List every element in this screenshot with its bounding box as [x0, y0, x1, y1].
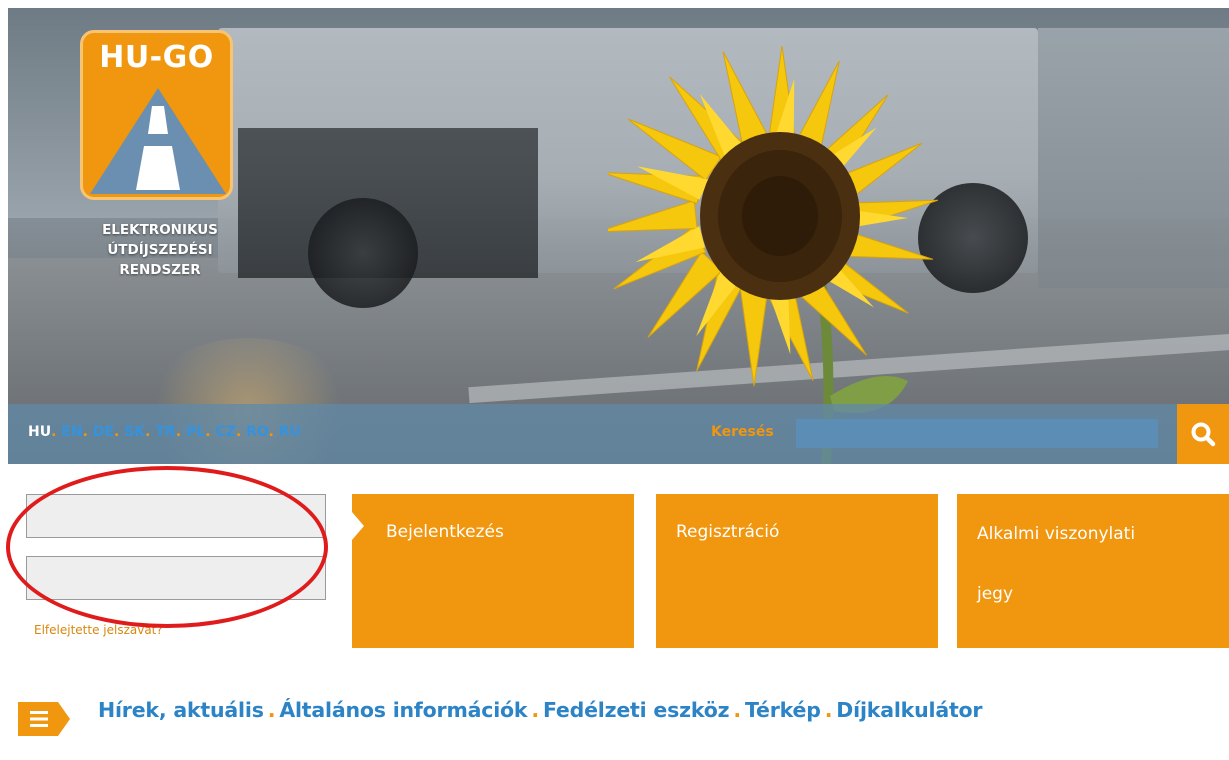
route-ticket-label-line1: Alkalmi viszonylati — [977, 524, 1136, 544]
language-selector: HU. EN. DE. SK. TR. PL. CZ. RO. RU — [28, 424, 301, 440]
password-input[interactable] — [27, 557, 325, 599]
nav-item-general-info[interactable]: Általános információk — [279, 698, 527, 722]
lang-ru[interactable]: RU — [279, 424, 301, 440]
login-tile-button[interactable]: Bejelentkezés — [352, 494, 634, 648]
lang-separator: . — [145, 424, 151, 440]
nav-separator: . — [824, 698, 833, 722]
lang-separator: . — [205, 424, 211, 440]
logo-subtitle-line: RENDSZER — [119, 262, 201, 278]
lang-separator: . — [113, 424, 120, 440]
main-navigation: Hírek, aktuális. Általános információk. Fe… — [98, 698, 983, 722]
highlight-annotation — [6, 466, 328, 628]
tile-arrow-notch — [352, 512, 364, 540]
search-icon — [1191, 422, 1216, 447]
registration-tile-label: Regisztráció — [676, 522, 780, 542]
lang-separator: . — [235, 424, 242, 440]
lang-en[interactable]: EN — [61, 424, 82, 440]
registration-tile-button[interactable]: Regisztráció — [656, 494, 938, 648]
route-ticket-tile-button[interactable]: Alkalmi viszonylati jegy — [957, 494, 1229, 648]
logo-subtitle-line: ÚTDÍJSZEDÉSI — [107, 242, 213, 258]
username-field[interactable] — [26, 494, 326, 538]
nav-item-map[interactable]: Térkép — [745, 698, 821, 722]
logo-subtitle-line: ELEKTRONIKUS — [102, 222, 218, 238]
nav-separator: . — [531, 698, 539, 722]
nav-item-news[interactable]: Hírek, aktuális — [98, 698, 264, 722]
lang-separator: . — [51, 424, 57, 440]
search-button[interactable] — [1177, 404, 1229, 464]
logo-subtitle: ELEKTRONIKUS ÚTDÍJSZEDÉSI RENDSZER — [80, 220, 240, 280]
search-label: Keresés — [711, 424, 774, 440]
forgot-password-link[interactable]: Elfelejtette jelszavát? — [34, 623, 163, 637]
nav-item-onboard-unit[interactable]: Fedélzeti eszköz — [543, 698, 730, 722]
lang-separator: . — [268, 424, 274, 440]
login-tile-label: Bejelentkezés — [386, 522, 504, 542]
lang-ro[interactable]: RO — [246, 424, 268, 440]
logo-title: HU-GO — [99, 40, 214, 75]
road-icon — [90, 88, 226, 194]
sunflower-image — [608, 45, 938, 464]
lang-hu[interactable]: HU — [28, 424, 51, 440]
hugo-logo[interactable]: HU-GO ELEKTRONIKUS ÚTDÍJSZEDÉSI RENDSZER — [80, 30, 240, 300]
password-field[interactable] — [26, 556, 326, 600]
hero-truck-cab — [1038, 28, 1229, 288]
hamburger-icon[interactable] — [18, 702, 70, 736]
lang-separator: . — [82, 424, 88, 440]
lang-tr[interactable]: TR — [155, 424, 176, 440]
page: HU-GO ELEKTRONIKUS ÚTDÍJSZEDÉSI RENDSZER… — [0, 0, 1229, 760]
search-input[interactable] — [796, 419, 1158, 448]
lang-sk[interactable]: SK — [124, 424, 145, 440]
hero-banner: HU-GO ELEKTRONIKUS ÚTDÍJSZEDÉSI RENDSZER — [8, 8, 1229, 464]
lang-pl[interactable]: PL — [186, 424, 205, 440]
nav-item-toll-calculator[interactable]: Díjkalkulátor — [836, 698, 982, 722]
hero-truck-wheel — [308, 198, 418, 308]
username-input[interactable] — [27, 495, 325, 537]
nav-separator: . — [733, 698, 741, 722]
lang-de[interactable]: DE — [93, 424, 114, 440]
lang-cz[interactable]: CZ — [216, 424, 236, 440]
nav-separator: . — [267, 698, 276, 722]
route-ticket-label-line2: jegy — [977, 584, 1014, 604]
lang-separator: . — [175, 424, 182, 440]
language-search-bar: HU. EN. DE. SK. TR. PL. CZ. RO. RU Keres… — [8, 404, 1229, 464]
